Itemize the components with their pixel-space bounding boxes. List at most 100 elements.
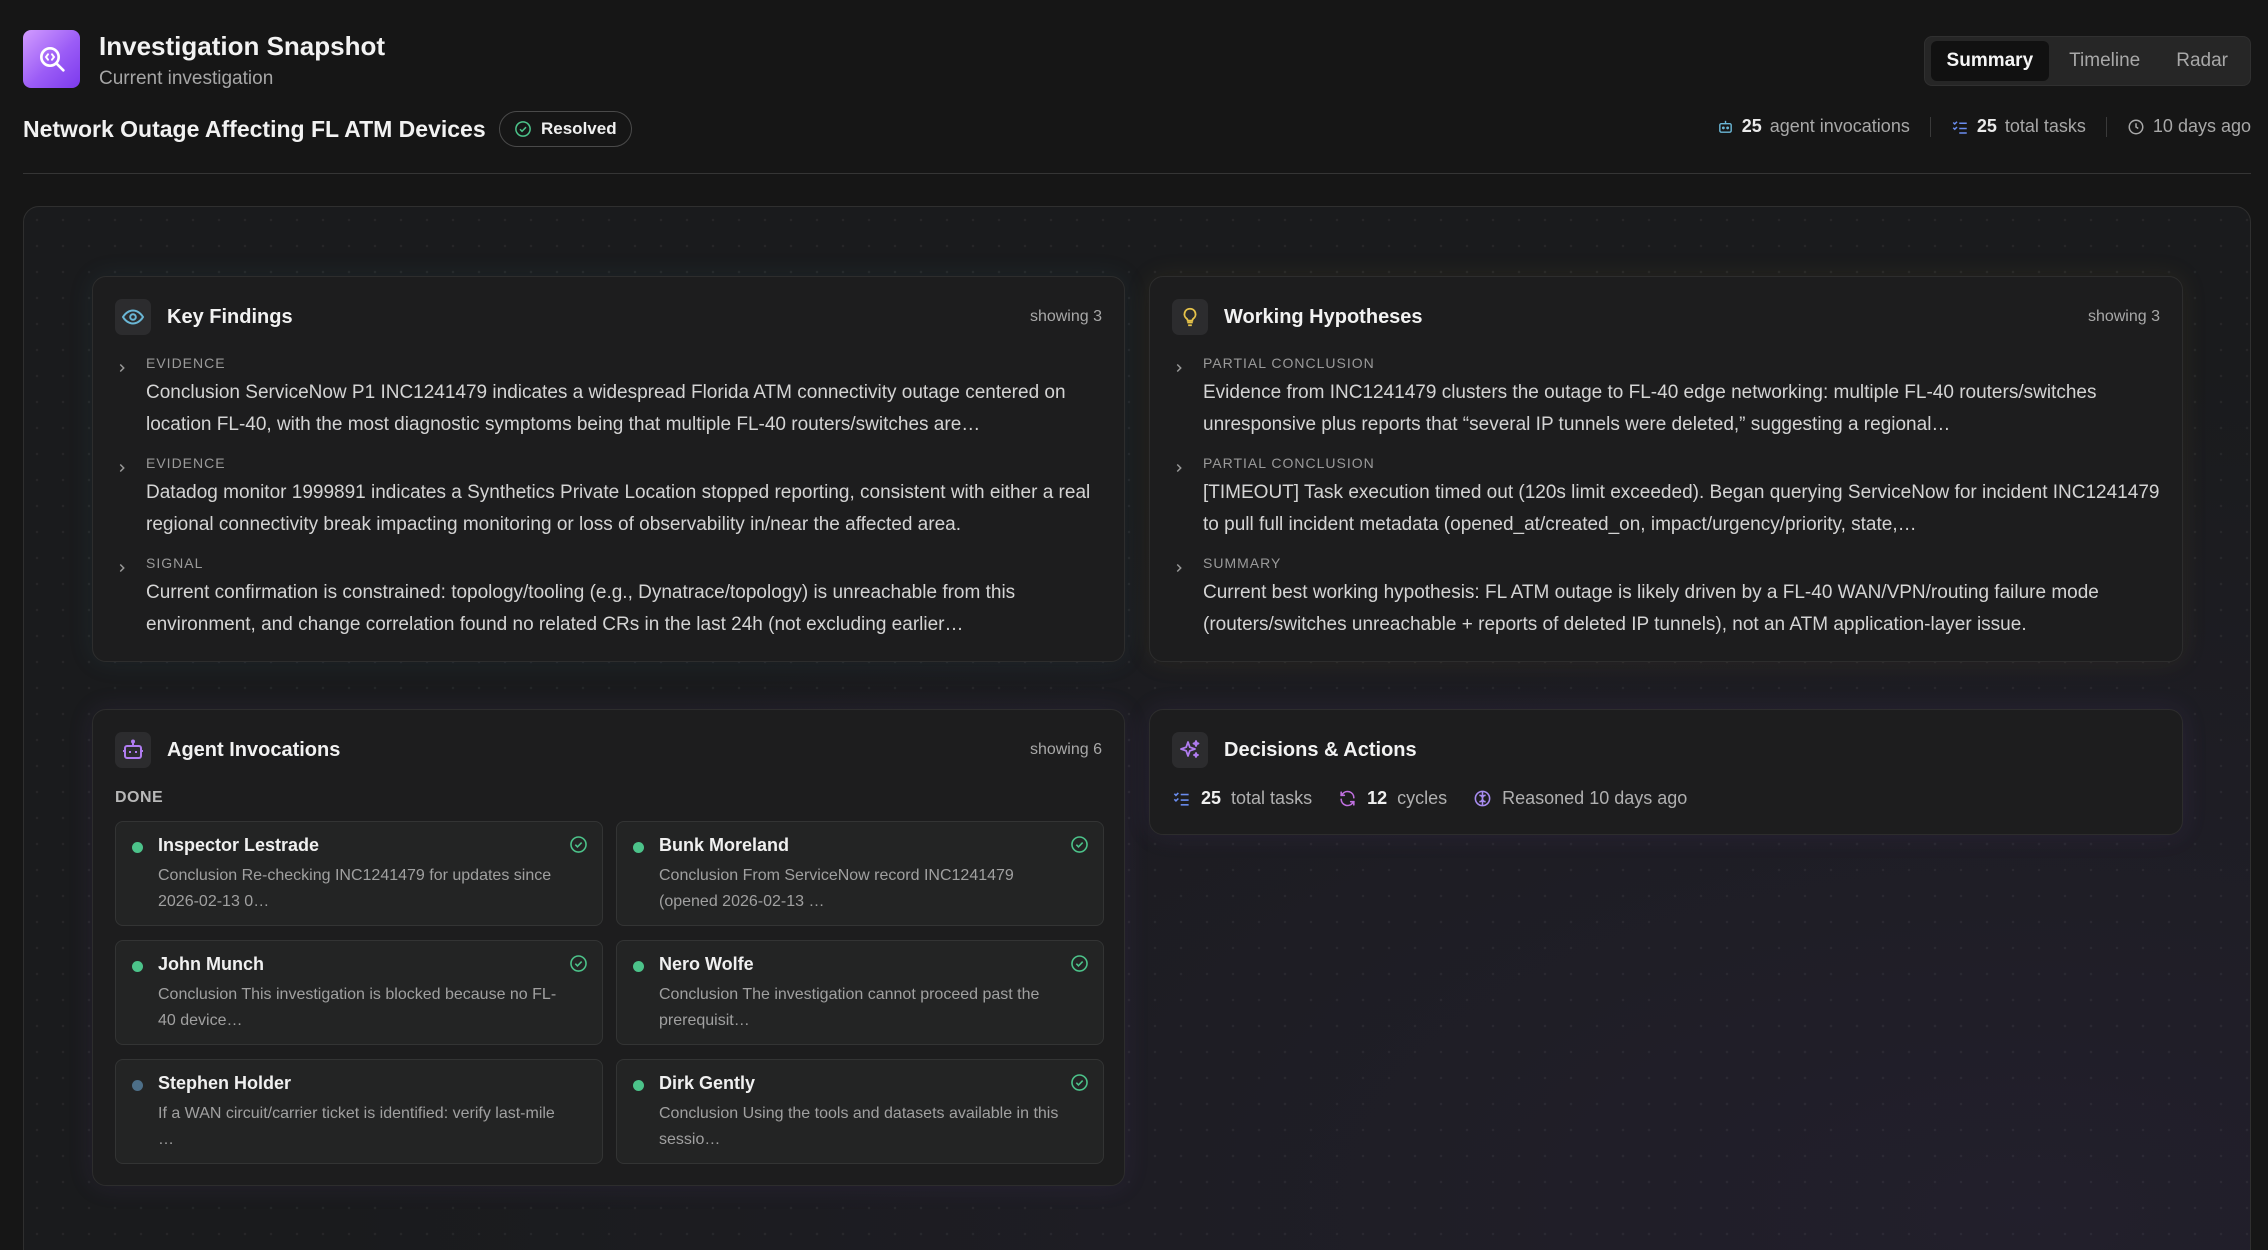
- status-dot: [633, 842, 644, 853]
- tasks-count: 25: [1201, 788, 1222, 808]
- chevron-right-icon: [119, 563, 125, 573]
- status-badge: Resolved: [499, 111, 632, 147]
- total-tasks-count: 25: [1976, 116, 1997, 136]
- agent-invocations-card: Agent Invocations showing 6 DONE Inspect…: [92, 709, 1125, 1186]
- group-label-done: DONE: [115, 789, 164, 806]
- meta-total-tasks: 25 total tasks: [1951, 116, 2086, 137]
- chevron-right-icon: [1176, 463, 1182, 473]
- agent-card[interactable]: Bunk Moreland Conclusion From ServiceNow…: [616, 821, 1104, 926]
- agent-conclusion: Conclusion Re-checking INC1241479 for up…: [158, 867, 552, 910]
- finding-text: Current confirmation is constrained: top…: [146, 582, 1016, 635]
- working-hypotheses-card: Working Hypotheses showing 3 Partial con…: [1149, 276, 2183, 662]
- decisions-title: Decisions & Actions: [1224, 738, 1417, 761]
- task-list-icon: [1173, 792, 1189, 806]
- agent-card[interactable]: John Munch Conclusion This investigation…: [115, 940, 603, 1045]
- check-circle-icon: [1071, 955, 1088, 972]
- agent-name: Stephen Holder: [158, 1073, 292, 1093]
- key-findings-title: Key Findings: [167, 305, 293, 328]
- chevron-right-icon: [1176, 363, 1182, 373]
- lightbulb-icon: [1172, 299, 1208, 335]
- status-dot: [132, 1080, 143, 1091]
- agent-invocations-count: 25: [1741, 116, 1762, 136]
- hypothesis-kind: Partial conclusion: [1203, 455, 1375, 471]
- header-divider: [23, 173, 2251, 174]
- tab-summary[interactable]: Summary: [1930, 41, 2050, 81]
- agent-card[interactable]: Nero Wolfe Conclusion The investigation …: [616, 940, 1104, 1045]
- working-hypotheses-title: Working Hypotheses: [1224, 305, 1423, 328]
- decisions-actions-card: Decisions & Actions 25 total tasks 12 cy…: [1149, 709, 2183, 835]
- check-circle-icon: [1071, 836, 1088, 853]
- agent-name: John Munch: [158, 954, 264, 974]
- agent-invocations-title: Agent Invocations: [167, 738, 341, 761]
- finding-kind: Evidence: [146, 355, 226, 371]
- meta-divider: [1929, 116, 1931, 137]
- sparkle-icon: [1172, 732, 1208, 768]
- hypothesis-kind: Summary: [1203, 555, 1282, 571]
- status-dot: [132, 961, 143, 972]
- key-findings-count: showing 3: [1029, 308, 1102, 325]
- agent-invocations-label: agent invocations: [1769, 116, 1910, 136]
- agent-conclusion: Conclusion The investigation cannot proc…: [659, 986, 1040, 1029]
- agent-conclusion: Conclusion Using the tools and datasets …: [659, 1105, 1059, 1148]
- decision-stats: 25 total tasks 12 cycles Reasoned 10 day…: [1172, 788, 1713, 809]
- agent-card[interactable]: Dirk Gently Conclusion Using the tools a…: [616, 1059, 1104, 1164]
- refresh-cycle-icon: [1340, 790, 1355, 807]
- agent-card[interactable]: Inspector Lestrade Conclusion Re-checkin…: [115, 821, 603, 926]
- reasoned-label: Reasoned 10 days ago: [1502, 788, 1688, 808]
- agent-name: Nero Wolfe: [659, 954, 754, 974]
- tasks-label: total tasks: [1231, 788, 1313, 808]
- cycles-count: 12: [1367, 788, 1388, 808]
- stat-reasoned: Reasoned 10 days ago: [1473, 788, 1687, 809]
- brain-icon: [1474, 790, 1491, 807]
- meta-divider: [2105, 116, 2107, 137]
- status-dot: [633, 961, 644, 972]
- finding-text: Datadog monitor 1999891 indicates a Synt…: [146, 482, 1091, 535]
- investigation-title: Network Outage Affecting FL ATM Devices: [23, 116, 486, 142]
- finding-text: Conclusion ServiceNow P1 INC1241479 indi…: [146, 382, 1066, 435]
- status-label: Resolved: [541, 119, 617, 138]
- cycles-label: cycles: [1397, 788, 1448, 808]
- agent-card[interactable]: Stephen Holder If a WAN circuit/carrier …: [115, 1059, 603, 1164]
- meta-agent-invocations: 25 agent invocations: [1717, 116, 1910, 137]
- hypothesis-text: [TIMEOUT] Task execution timed out (120s…: [1203, 482, 2160, 535]
- key-findings-card: Key Findings showing 3 Evidence Conclusi…: [92, 276, 1125, 662]
- chevron-right-icon: [119, 463, 125, 473]
- total-tasks-label: total tasks: [2004, 116, 2086, 136]
- finding-kind: Signal: [146, 555, 204, 571]
- agent-conclusion: Conclusion From ServiceNow record INC124…: [659, 867, 1014, 910]
- check-circle-icon: [570, 955, 587, 972]
- stat-cycles: 12 cycles: [1338, 788, 1447, 809]
- app-subtitle: Current investigation: [99, 68, 274, 89]
- view-tabs: Summary Timeline Radar: [1923, 36, 2251, 86]
- chevron-right-icon: [1176, 563, 1182, 573]
- age-label: 10 days ago: [2152, 116, 2251, 136]
- chevron-right-icon: [119, 363, 125, 373]
- agent-conclusion: Conclusion This investigation is blocked…: [158, 986, 557, 1029]
- working-hypotheses-count: showing 3: [2087, 308, 2160, 325]
- investigation-meta: 25 agent invocations 25 total tasks 10 d…: [1717, 116, 2251, 137]
- check-circle-icon: [570, 836, 587, 853]
- status-dot: [633, 1080, 644, 1091]
- hypothesis-text: Current best working hypothesis: FL ATM …: [1203, 582, 2099, 635]
- status-dot: [132, 842, 143, 853]
- eye-icon: [115, 299, 151, 335]
- check-circle-icon: [1071, 1074, 1088, 1091]
- tab-radar[interactable]: Radar: [2160, 41, 2244, 81]
- agent-name: Bunk Moreland: [659, 835, 790, 855]
- check-circle-icon: [515, 121, 531, 137]
- app-title: Investigation Snapshot: [99, 31, 386, 61]
- robot-icon: [115, 732, 151, 768]
- agent-name: Inspector Lestrade: [158, 835, 320, 855]
- agent-name: Dirk Gently: [659, 1073, 756, 1093]
- app-logo: [23, 30, 80, 88]
- hypothesis-text: Evidence from INC1241479 clusters the ou…: [1203, 382, 2097, 435]
- search-investigate-icon: [39, 47, 65, 72]
- clock-icon: [2128, 119, 2144, 134]
- meta-age: 10 days ago: [2127, 116, 2251, 137]
- hypothesis-kind: Partial conclusion: [1203, 355, 1375, 371]
- stat-total-tasks: 25 total tasks: [1172, 788, 1312, 809]
- finding-kind: Evidence: [146, 455, 226, 471]
- agent-conclusion: If a WAN circuit/carrier ticket is ident…: [158, 1105, 555, 1148]
- agent-invocations-count: showing 6: [1029, 741, 1102, 758]
- tab-timeline[interactable]: Timeline: [2053, 41, 2156, 81]
